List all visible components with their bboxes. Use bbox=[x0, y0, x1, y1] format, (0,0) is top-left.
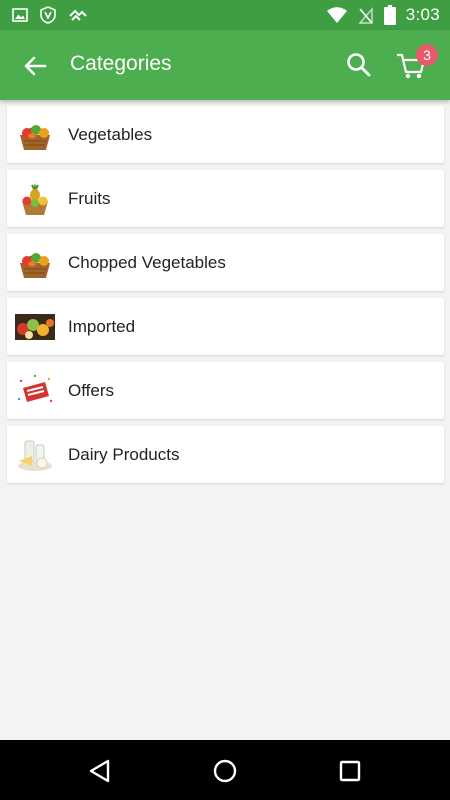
category-label: Dairy Products bbox=[68, 445, 180, 464]
category-label: Imported bbox=[68, 317, 136, 336]
category-label: Chopped Vegetables bbox=[68, 253, 226, 272]
sync-icon bbox=[69, 9, 87, 21]
category-list: Vegetables Fruits Chopped Vegetables Imp… bbox=[7, 106, 444, 490]
vegetable-basket-icon bbox=[20, 253, 50, 278]
nav-home-icon[interactable] bbox=[212, 758, 238, 784]
status-notifications bbox=[12, 6, 88, 24]
dairy-icon bbox=[18, 440, 52, 471]
fruit-basket-icon bbox=[22, 183, 48, 215]
category-item-vegetables[interactable]: Vegetables bbox=[7, 106, 444, 163]
image-icon bbox=[12, 8, 28, 22]
category-item-fruits[interactable]: Fruits bbox=[7, 170, 444, 227]
shield-icon bbox=[40, 6, 56, 24]
status-system: 3:03 bbox=[326, 5, 440, 25]
imported-fruits-icon bbox=[15, 314, 55, 340]
category-item-chopped-vegetables[interactable]: Chopped Vegetables bbox=[7, 234, 444, 291]
page-title: Categories bbox=[70, 52, 172, 75]
category-item-imported[interactable]: Imported bbox=[7, 298, 444, 355]
nav-back-icon[interactable] bbox=[87, 758, 113, 784]
system-nav-bar bbox=[0, 740, 450, 800]
app-toolbar: Categories 3 bbox=[0, 30, 450, 100]
category-label: Fruits bbox=[68, 189, 111, 208]
wifi-icon bbox=[326, 7, 347, 23]
search-icon[interactable] bbox=[345, 51, 373, 79]
offer-tag-icon bbox=[17, 374, 53, 403]
category-item-dairy-products[interactable]: Dairy Products bbox=[7, 426, 444, 483]
category-label: Offers bbox=[68, 381, 114, 400]
category-item-offers[interactable]: Offers bbox=[7, 362, 444, 419]
nav-recents-icon[interactable] bbox=[337, 758, 363, 784]
arrow-left-icon[interactable] bbox=[20, 51, 50, 81]
status-time: 3:03 bbox=[405, 5, 440, 24]
status-bar: 3:03 bbox=[0, 0, 450, 30]
battery-icon bbox=[383, 5, 396, 25]
no-sim-icon bbox=[358, 7, 373, 24]
category-label: Vegetables bbox=[68, 125, 153, 144]
cart-count-badge: 3 bbox=[416, 44, 438, 66]
vegetable-basket-icon bbox=[20, 125, 50, 150]
